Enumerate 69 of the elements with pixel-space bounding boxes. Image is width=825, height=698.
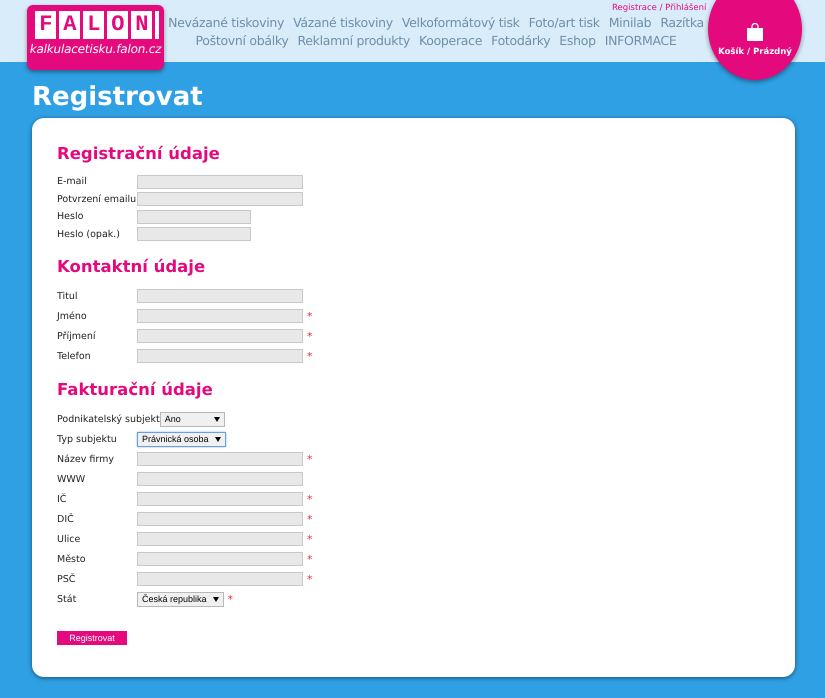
input-field[interactable]	[137, 472, 303, 486]
field-label: Telefon	[57, 350, 92, 362]
input-field[interactable]	[137, 452, 303, 466]
nav-link[interactable]: Kooperace	[418, 33, 482, 48]
field-label: Příjmení	[57, 330, 97, 342]
required-mark: *	[307, 452, 312, 466]
nav-link[interactable]: Fotodárky	[491, 33, 550, 48]
required-mark: *	[307, 552, 312, 566]
field-label: Název firmy	[57, 454, 115, 464]
field-label: Typ subjektu	[57, 434, 118, 444]
required-mark: *	[307, 350, 312, 362]
nav-link[interactable]: INFORMACE	[604, 33, 677, 48]
field-label: E-mail	[57, 176, 88, 188]
nav-link[interactable]: Foto/art tisk	[528, 15, 600, 30]
nav-link[interactable]: Reklamní produkty	[297, 33, 410, 48]
input-field[interactable]	[137, 174, 303, 189]
dropdown[interactable]: Česká republika	[137, 592, 224, 606]
section-heading: Kontaktní údaje	[57, 257, 206, 276]
input-field[interactable]	[137, 572, 303, 586]
input-field[interactable]	[137, 552, 303, 566]
field-label: IČ	[57, 494, 68, 504]
field-label: Ulice	[57, 534, 82, 544]
section-heading: Fakturační údaje	[57, 380, 214, 399]
field-label: Stát	[57, 594, 78, 604]
field-label: PSČ	[57, 574, 76, 584]
field-label: Titul	[57, 290, 79, 302]
input-field[interactable]	[137, 289, 303, 303]
section-heading: Registrační údaje	[57, 144, 221, 163]
input-field[interactable]	[137, 532, 303, 546]
required-mark: *	[228, 592, 234, 606]
required-mark: *	[307, 310, 312, 322]
nav-link[interactable]: Eshop	[559, 33, 596, 48]
field-label: Podnikatelský subjekt	[57, 414, 160, 424]
nav-link[interactable]: Vázané tiskoviny	[293, 15, 393, 30]
input-field[interactable]	[137, 329, 303, 343]
required-mark: *	[307, 512, 312, 526]
account-link[interactable]: Registrace / Přihlášení	[612, 3, 706, 13]
nav-link[interactable]: Razítka	[660, 15, 704, 30]
required-mark: *	[307, 532, 312, 546]
register-button[interactable]: Registrovat	[57, 631, 127, 645]
input-field[interactable]	[137, 210, 251, 224]
required-mark: *	[307, 572, 312, 586]
nav-link[interactable]: Nevázané tiskoviny	[168, 15, 284, 30]
field-label: DIČ	[57, 514, 75, 524]
caret-icon	[214, 436, 221, 442]
field-label: Heslo (opak.)	[57, 228, 122, 240]
field-label: WWW	[57, 474, 86, 484]
caret-icon	[212, 596, 219, 602]
nav-link[interactable]: Minilab	[608, 15, 652, 30]
input-field[interactable]	[137, 492, 303, 506]
input-field[interactable]	[137, 192, 303, 206]
input-field[interactable]	[137, 309, 303, 323]
shopping-bag-icon	[747, 23, 763, 41]
field-label: Jméno	[57, 310, 88, 322]
caret-icon	[214, 416, 220, 422]
cart-button[interactable]: Košík / Prázdný	[708, 0, 802, 80]
field-label: Heslo	[57, 211, 84, 222]
dropdown[interactable]: Právnická osoba	[137, 432, 226, 446]
field-label: Město	[57, 554, 87, 564]
required-mark: *	[307, 330, 312, 342]
required-mark: *	[307, 492, 312, 506]
dropdown[interactable]: Ano	[160, 412, 225, 426]
input-field[interactable]	[137, 227, 251, 242]
page-title: Registrovat	[32, 81, 204, 114]
nav-link[interactable]: Velkoformátový tisk	[402, 15, 520, 30]
input-field[interactable]	[137, 349, 303, 363]
field-label: Potvrzení emailu	[57, 194, 137, 205]
input-field[interactable]	[137, 512, 303, 526]
nav-link[interactable]: Poštovní obálky	[195, 33, 288, 48]
